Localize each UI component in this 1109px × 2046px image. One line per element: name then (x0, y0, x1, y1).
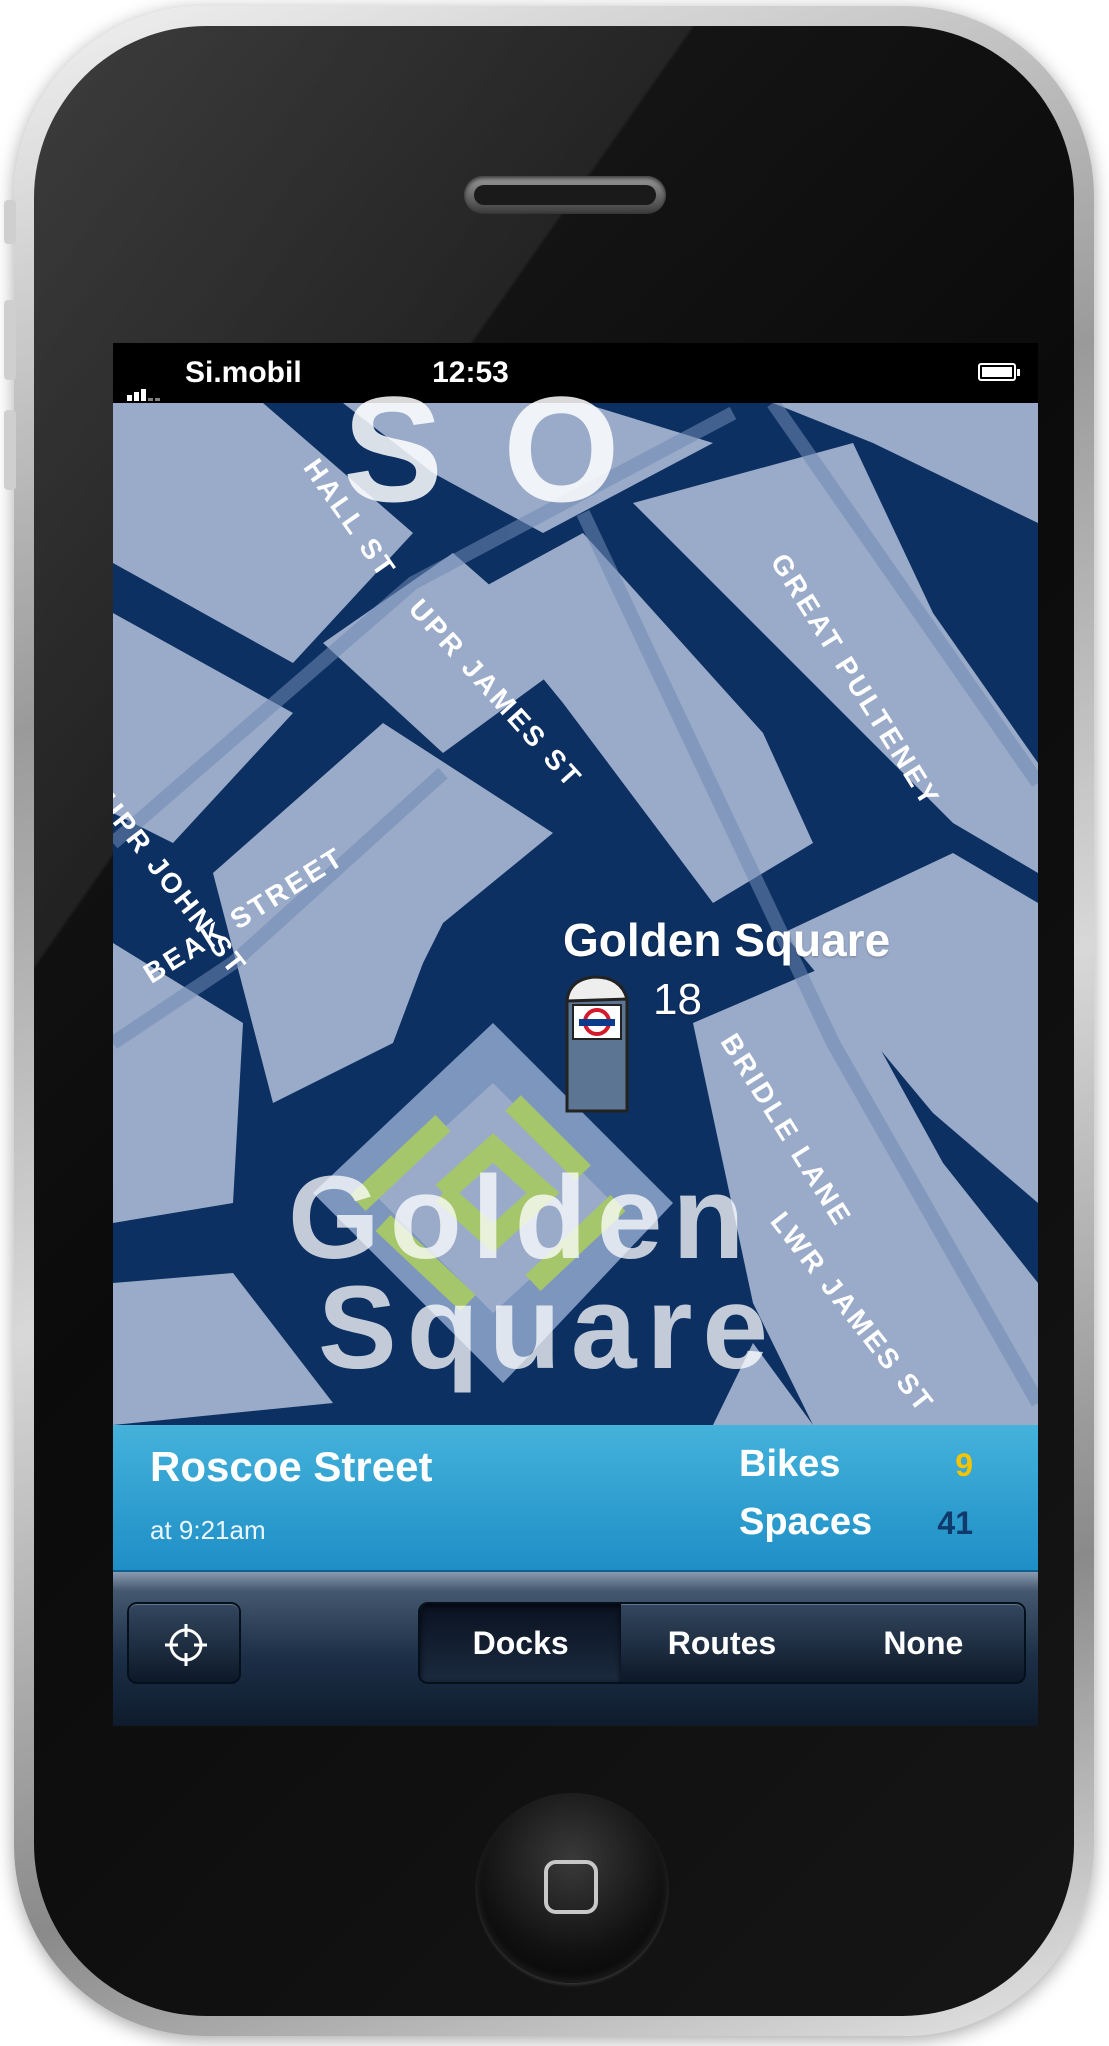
crosshair-icon (165, 1624, 207, 1666)
area-label-line2: Square (318, 1262, 779, 1394)
segment-docks[interactable]: Docks (420, 1604, 622, 1682)
station-label[interactable]: Golden Square (563, 913, 890, 967)
home-button[interactable] (477, 1793, 667, 1983)
district-label: SO (343, 365, 680, 533)
map-view[interactable]: SO HALL ST BEAK STREET UPR JAMES ST UPR … (113, 365, 1038, 1425)
screen: Si.mobil 12:53 SO HALL ST BEAK STREET UP… (113, 343, 1038, 1726)
volume-up-button (4, 300, 16, 380)
station-dock-count: 18 (653, 975, 702, 1024)
area-label-line1: Golden (288, 1152, 755, 1284)
spaces-label: Spaces (739, 1501, 873, 1543)
selected-station-name: Roscoe Street (150, 1443, 433, 1490)
area-label: Golden Square (288, 1152, 779, 1394)
bikes-count: 9 (955, 1447, 973, 1483)
battery-icon (978, 363, 1020, 381)
station-info-panel[interactable]: Roscoe Street at 9:21am Bikes 9 Spaces 4… (113, 1425, 1038, 1572)
docking-station-icon[interactable] (555, 971, 645, 1117)
volume-down-button (4, 410, 16, 490)
segment-routes[interactable]: Routes (621, 1604, 822, 1682)
bikes-label: Bikes (739, 1443, 841, 1485)
home-square-icon (544, 1860, 598, 1914)
segment-none[interactable]: None (823, 1604, 1024, 1682)
mute-switch (4, 200, 16, 244)
map-mode-segmented-control: Docks Routes None (418, 1602, 1026, 1684)
spaces-count: 41 (937, 1505, 973, 1541)
bottom-toolbar: Docks Routes None (113, 1572, 1038, 1726)
earpiece-speaker (464, 176, 666, 214)
locate-me-button[interactable] (127, 1602, 241, 1684)
station-updated-time: at 9:21am (150, 1515, 266, 1545)
